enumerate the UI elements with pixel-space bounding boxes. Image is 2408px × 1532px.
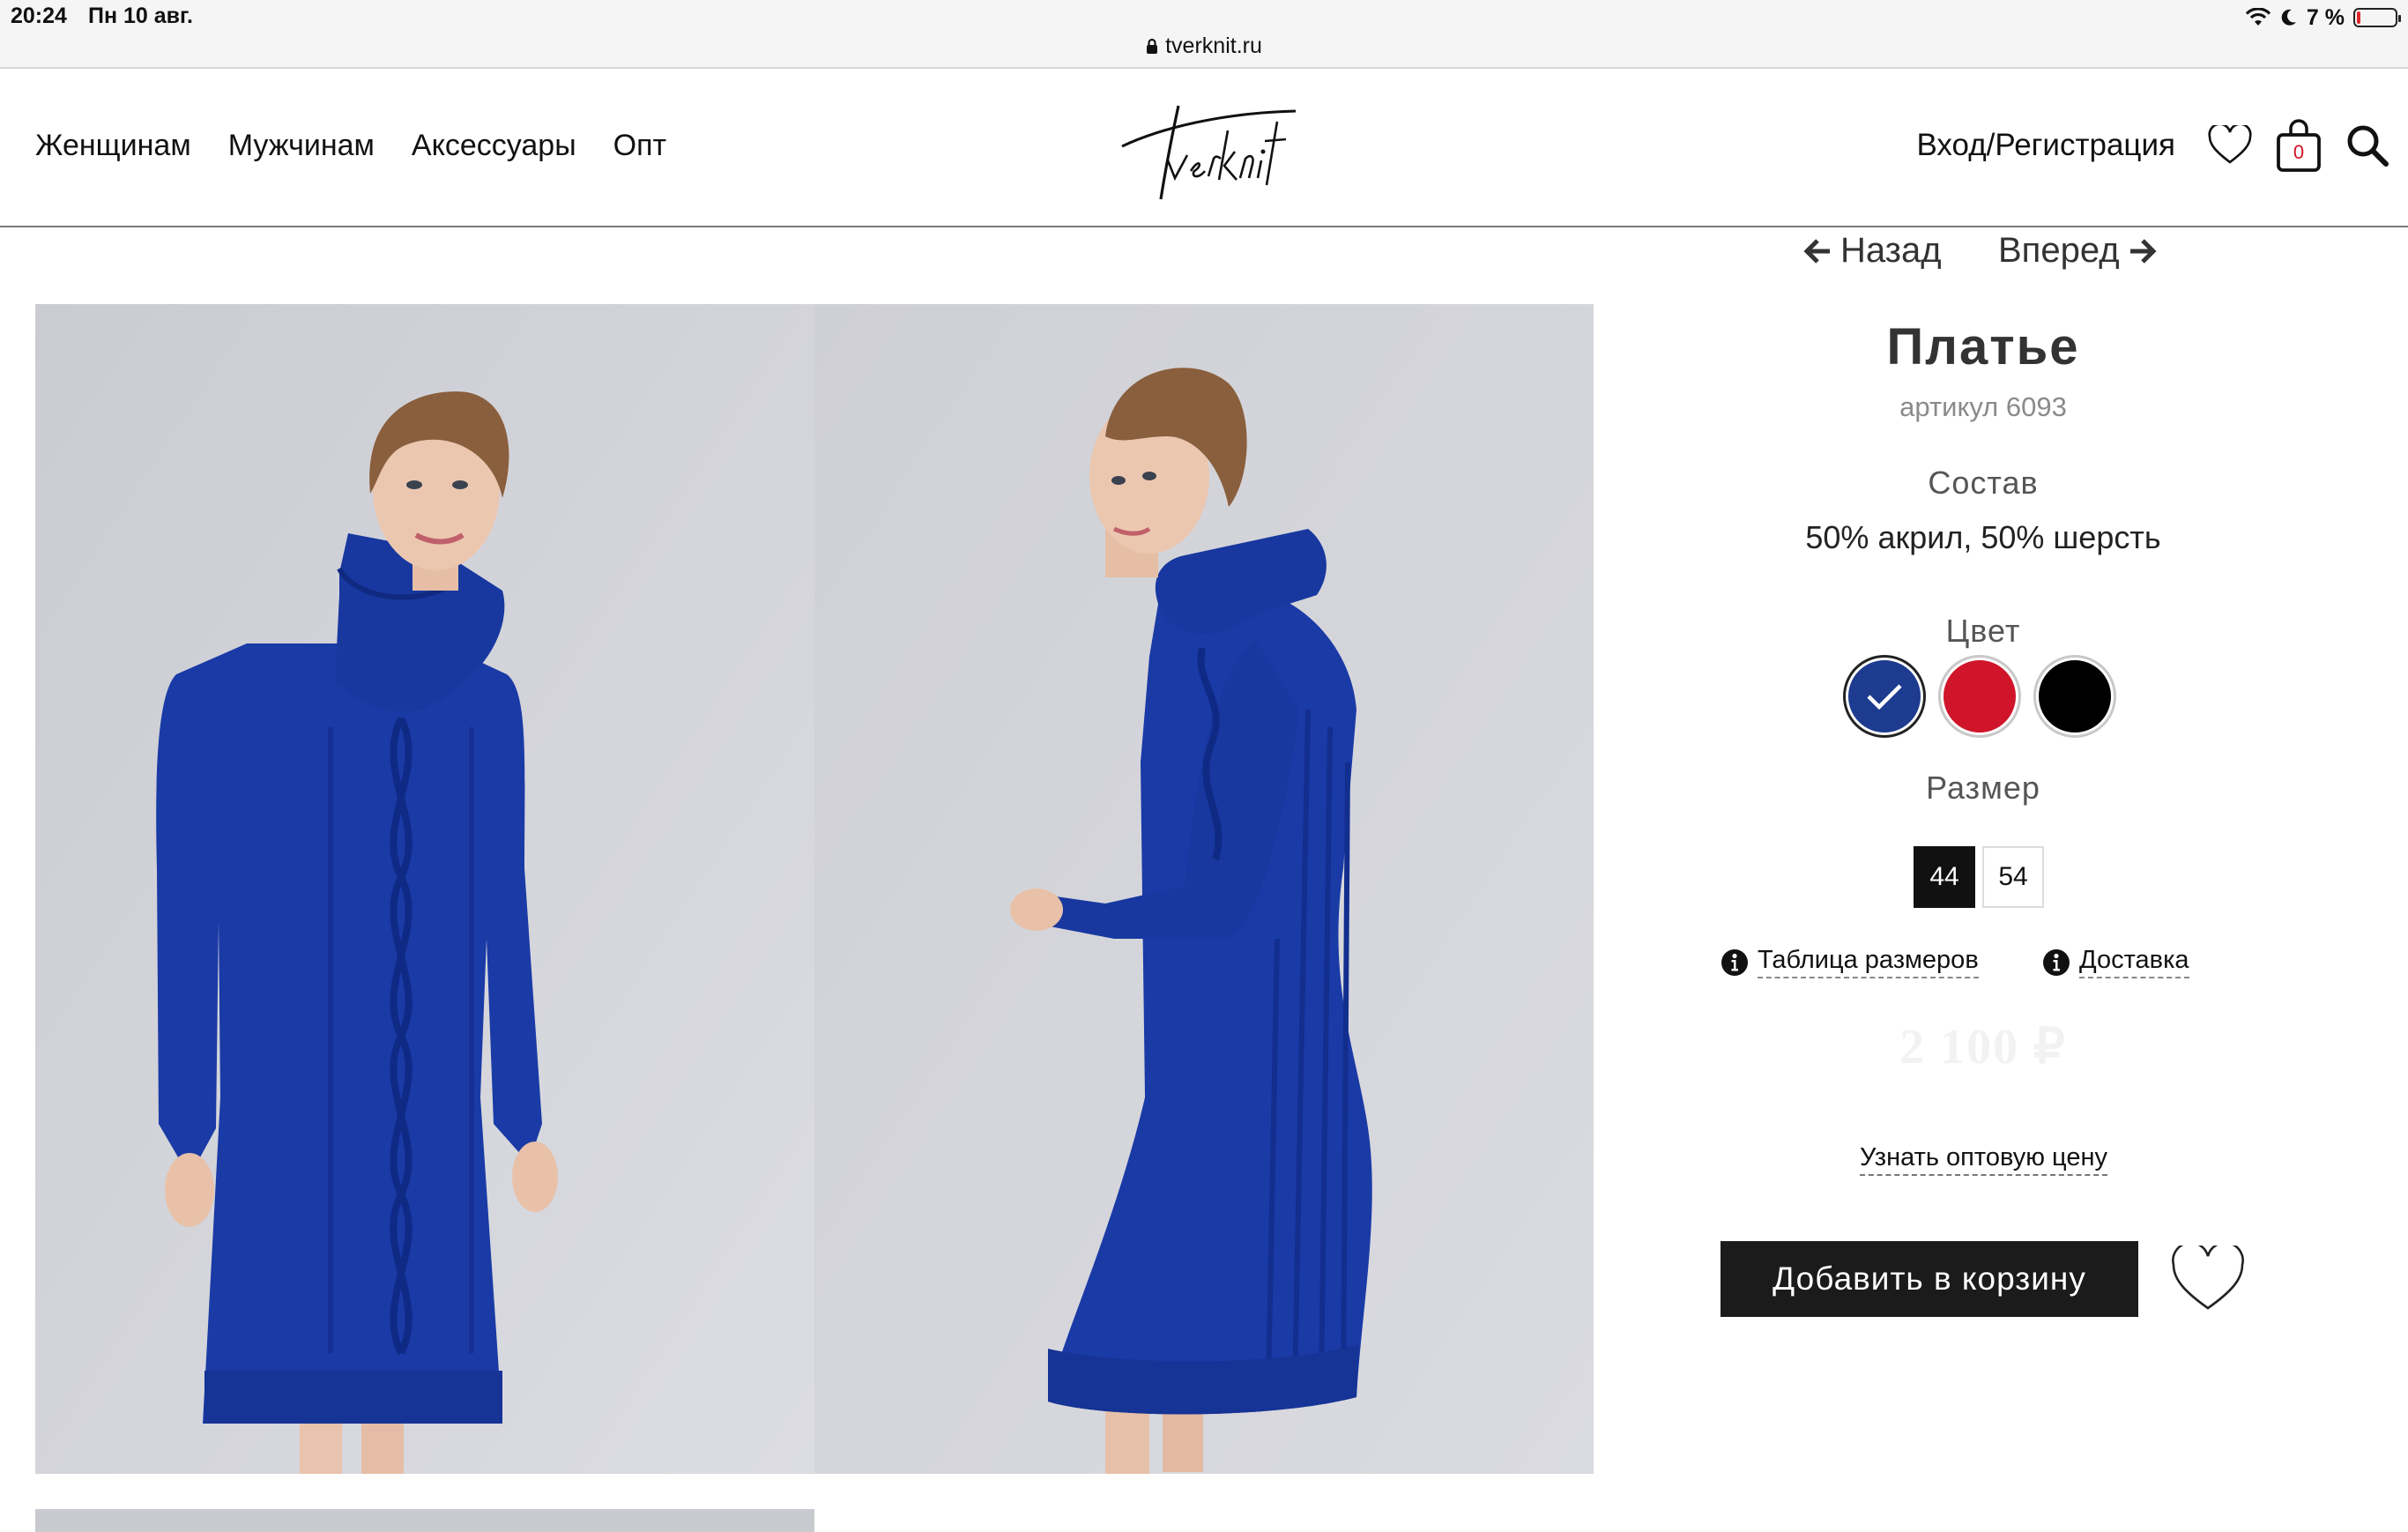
header-actions: Вход/Регистрация 0 xyxy=(1916,115,2408,176)
forward-label: Вперед xyxy=(1998,231,2120,270)
nav-accessories[interactable]: Аксессуары xyxy=(412,129,576,163)
delivery-label: Доставка xyxy=(2079,946,2189,978)
wishlist-button[interactable] xyxy=(2202,115,2258,176)
wifi-icon xyxy=(2245,8,2271,26)
search-button[interactable] xyxy=(2339,115,2396,176)
nav-men[interactable]: Мужчинам xyxy=(228,129,375,163)
size-option-54[interactable]: 54 xyxy=(1982,846,2044,908)
battery-icon xyxy=(2353,8,2401,27)
size-heading: Размер xyxy=(1926,770,2040,806)
composition-value: 50% акрил, 50% шерсть xyxy=(1805,519,2161,555)
delivery-link[interactable]: Доставка xyxy=(2042,946,2189,978)
color-swatch-black[interactable] xyxy=(2036,658,2114,735)
arrow-left-icon xyxy=(1803,238,1830,264)
battery-percent: 7 % xyxy=(2306,4,2345,30)
login-link[interactable]: Вход/Регистрация xyxy=(1916,128,2175,163)
main-nav: Женщинам Мужчинам Аксессуары Опт xyxy=(35,129,666,163)
status-date: Пн 10 авг. xyxy=(88,4,193,28)
product-title: Платье xyxy=(1886,318,2080,376)
size-options: 44 54 xyxy=(1914,846,2044,908)
size-table-label: Таблица размеров xyxy=(1758,946,1979,978)
add-to-wishlist-button[interactable] xyxy=(2170,1241,2246,1317)
size-table-link[interactable]: Таблица размеров xyxy=(1721,946,1979,978)
product-article: артикул 6093 xyxy=(1899,391,2067,422)
product-photo-front[interactable] xyxy=(35,304,814,1474)
search-icon xyxy=(2347,125,2389,167)
product-photo-side[interactable] xyxy=(814,304,1594,1474)
add-to-cart-button[interactable]: Добавить в корзину xyxy=(1721,1241,2138,1317)
color-swatches xyxy=(1846,658,2114,735)
lock-icon xyxy=(1147,38,1158,54)
back-label: Назад xyxy=(1840,231,1942,270)
heart-icon xyxy=(2208,125,2252,164)
prev-product-link[interactable]: Назад xyxy=(1803,231,1942,271)
info-icon xyxy=(2043,948,2070,976)
cart-count: 0 xyxy=(2293,141,2305,163)
nav-wholesale[interactable]: Опт xyxy=(613,129,666,163)
wholesale-price-link[interactable]: Узнать оптовую цену xyxy=(1860,1143,2107,1176)
status-bar: 20:24 Пн 10 авг. 7 % tverknit.ru xyxy=(0,0,2408,69)
size-option-44[interactable]: 44 xyxy=(1914,846,1975,908)
status-time: 20:24 xyxy=(11,4,67,28)
arrow-right-icon xyxy=(2129,238,2157,264)
product-photo-thumbnail[interactable] xyxy=(35,1509,814,1532)
moon-icon xyxy=(2281,9,2296,26)
info-icon xyxy=(1721,948,1748,976)
status-indicators: 7 % xyxy=(2245,2,2401,33)
site-header: Женщинам Мужчинам Аксессуары Опт Вход/Ре… xyxy=(0,71,2408,227)
color-swatch-red[interactable] xyxy=(1941,658,2018,735)
address-bar[interactable]: tverknit.ru xyxy=(0,33,2408,59)
heart-icon xyxy=(2172,1246,2244,1310)
composition-heading: Состав xyxy=(1928,465,2039,501)
cart-button[interactable]: 0 xyxy=(2271,115,2327,176)
tverknit-logo[interactable] xyxy=(1115,95,1300,210)
color-heading: Цвет xyxy=(1945,613,2021,649)
color-swatch-blue[interactable] xyxy=(1846,658,1923,735)
next-product-link[interactable]: Вперед xyxy=(1998,231,2157,271)
product-price: 2 100 ₽ xyxy=(1899,1020,2067,1075)
url-text: tverknit.ru xyxy=(1165,33,1262,58)
nav-women[interactable]: Женщинам xyxy=(35,129,191,163)
check-icon xyxy=(1867,684,1902,710)
